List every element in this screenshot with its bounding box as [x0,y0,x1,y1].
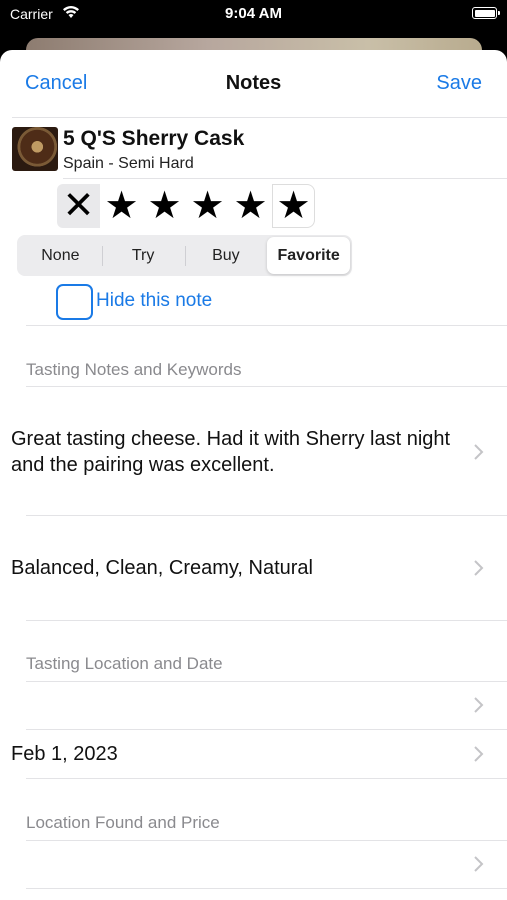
star-icon[interactable]: ★ [272,184,315,228]
page-title: Notes [225,72,282,94]
section-header-tasting-location: Tasting Location and Date [26,654,223,673]
notes-text-cell[interactable]: Great tasting cheese. Had it with Sherry… [11,426,461,478]
cheese-name: 5 Q'S Sherry Cask [63,127,245,150]
cheese-thumbnail [12,127,58,171]
section-header-location-found: Location Found and Price [26,813,220,832]
divider [12,117,507,118]
segment-buy[interactable]: Buy [184,237,268,274]
divider [26,778,507,779]
status-segmented-control: None Try Buy Favorite [17,235,352,276]
notes-sheet: Cancel Notes Save 5 Q'S Sherry Cask Spai… [0,50,507,900]
star-icon[interactable]: ★ [143,184,186,228]
section-header-tasting-notes: Tasting Notes and Keywords [26,360,242,379]
chevron-right-icon [474,697,484,713]
star-icon[interactable]: ★ [100,184,143,228]
segment-none[interactable]: None [19,237,102,274]
save-button[interactable]: Save [436,72,482,95]
chevron-right-icon [474,560,484,576]
star-icon[interactable]: ★ [229,184,272,228]
hide-note-label[interactable]: Hide this note [96,290,212,312]
battery-icon [472,7,500,19]
clear-rating-icon[interactable]: ✕ [57,184,100,228]
chevron-right-icon [474,746,484,762]
segment-try[interactable]: Try [101,237,185,274]
divider [26,515,507,516]
star-rating: ✕ ★ ★ ★ ★ ★ [57,184,315,228]
chevron-right-icon [474,856,484,872]
divider [26,620,507,621]
star-icon[interactable]: ★ [186,184,229,228]
segment-favorite[interactable]: Favorite [267,237,350,274]
divider [26,729,507,730]
chevron-right-icon [474,444,484,460]
status-bar: Carrier 9:04 AM [0,0,507,30]
divider [26,888,507,889]
cheese-origin-type: Spain - Semi Hard [63,155,194,172]
divider [26,840,507,841]
divider [63,178,507,179]
clock: 9:04 AM [225,5,282,22]
navigation-bar: Cancel Notes Save [0,50,507,118]
hide-note-checkbox[interactable] [56,284,93,320]
divider [26,325,507,326]
divider [26,386,507,387]
divider [26,681,507,682]
keywords-cell[interactable]: Balanced, Clean, Creamy, Natural [11,555,461,581]
tasting-date-cell[interactable]: Feb 1, 2023 [11,741,461,767]
